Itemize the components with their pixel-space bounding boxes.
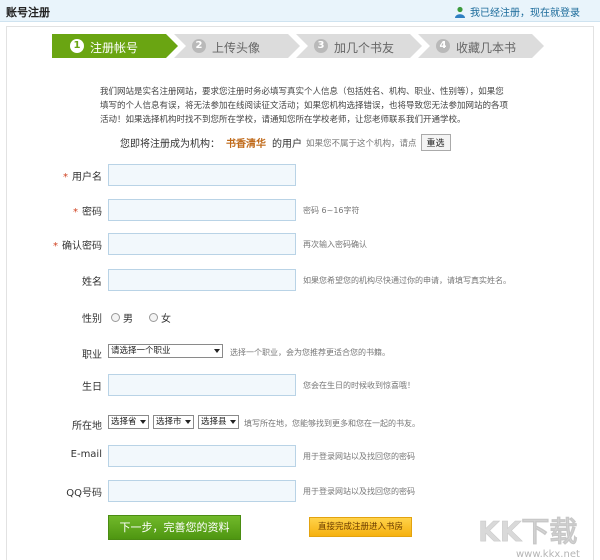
kkx-watermark-logo: KK下载 www.kkx.net — [478, 515, 580, 560]
step-label: 上传头像 — [212, 41, 261, 55]
qq-row: QQ号码 用于登录网站以及找回您的密码 — [0, 480, 600, 502]
email-tip: 用于登录网站以及找回您的密码 — [303, 452, 415, 461]
org-name: 书香清华 — [226, 139, 266, 150]
dropdown-arrow-icon — [214, 349, 220, 353]
confirm-password-input[interactable] — [108, 233, 296, 255]
watermark-logo-text: KK下载 — [478, 515, 577, 548]
step-upload-avatar: 2 上传头像 — [174, 34, 300, 58]
city-select-value: 选择市 — [156, 417, 182, 427]
gender-female-label: 女 — [161, 314, 171, 325]
radio-button[interactable] — [111, 313, 120, 322]
radio-button[interactable] — [149, 313, 158, 322]
gender-row: 性别 男 女 — [0, 306, 600, 328]
login-link-label[interactable]: 我已经注册，现在就登录 — [470, 4, 580, 19]
name-input[interactable] — [108, 269, 296, 291]
username-input[interactable] — [108, 164, 296, 186]
watermark-url: www.kkx.net — [516, 549, 580, 560]
dropdown-arrow-icon — [230, 420, 236, 424]
location-tip: 填写所在地，您能够找到更多和您在一起的书友。 — [244, 419, 420, 428]
birthday-label: 生日 — [82, 382, 102, 393]
location-label: 所在地 — [72, 421, 102, 432]
qq-label: QQ号码 — [66, 488, 102, 499]
required-mark: * — [53, 241, 58, 252]
user-icon — [455, 6, 465, 18]
city-select[interactable]: 选择市 — [153, 415, 194, 429]
confirm-password-row: * 确认密码 再次输入密码确认 — [0, 233, 600, 255]
email-label: E-mail — [70, 449, 102, 460]
step-collect-books: 4 收藏几本书 — [418, 34, 544, 58]
password-row: * 密码 密码 6~16字符 — [0, 199, 600, 221]
confirm-password-label: * 确认密码 — [53, 241, 102, 252]
qq-input[interactable] — [108, 480, 296, 502]
job-row: 职业 请选择一个职业 选择一个职业，会为您推荐更适合您的书籍。 — [0, 342, 600, 364]
email-row: E-mail 用于登录网站以及找回您的密码 — [0, 445, 600, 467]
org-suffix: 的用户 — [272, 139, 302, 150]
org-hint: 如果您不属于这个机构，请点 — [306, 138, 417, 149]
county-select-value: 选择县 — [201, 417, 227, 427]
qq-tip: 用于登录网站以及找回您的密码 — [303, 487, 415, 496]
username-row: * 用户名 — [0, 164, 600, 186]
gender-male-label: 男 — [123, 314, 133, 325]
job-select[interactable]: 请选择一个职业 — [108, 344, 223, 358]
name-row: 姓名 如果您希望您的机构尽快通过你的申请，请填写真实姓名。 — [0, 269, 600, 291]
confirm-password-tip: 再次输入密码确认 — [303, 240, 367, 249]
step-add-friends: 3 加几个书友 — [296, 34, 422, 58]
step-register-account: 1 注册帐号 — [52, 34, 178, 58]
job-tip: 选择一个职业，会为您推荐更适合您的书籍。 — [230, 348, 390, 357]
email-input[interactable] — [108, 445, 296, 467]
county-select[interactable]: 选择县 — [198, 415, 239, 429]
top-bar: 账号注册 我已经注册，现在就登录 — [0, 0, 600, 22]
step-progress: 1 注册帐号 2 上传头像 3 加几个书友 4 收藏几本书 — [52, 34, 547, 58]
birthday-row: 生日 您会在生日的时候收到惊喜哦！ — [0, 374, 600, 396]
org-prefix: 您即将注册成为机构： — [120, 139, 220, 150]
province-select-value: 选择省 — [111, 417, 137, 427]
job-label: 职业 — [82, 350, 102, 361]
gender-male-option[interactable]: 男 — [111, 310, 133, 325]
username-label: * 用户名 — [63, 172, 102, 183]
required-mark: * — [63, 172, 68, 183]
skip-to-study-button[interactable]: 直接完成注册进入书房 — [309, 517, 412, 537]
reselect-button[interactable]: 重选 — [420, 134, 451, 151]
province-select[interactable]: 选择省 — [108, 415, 149, 429]
job-select-value: 请选择一个职业 — [111, 346, 171, 356]
step-label: 注册帐号 — [90, 41, 139, 55]
step-number: 2 — [192, 39, 206, 53]
birthday-tip: 您会在生日的时候收到惊喜哦！ — [303, 381, 415, 390]
name-label: 姓名 — [82, 277, 102, 288]
step-number: 3 — [314, 39, 328, 53]
password-label: * 密码 — [73, 207, 102, 218]
name-tip: 如果您希望您的机构尽快通过你的申请，请填写真实姓名。 — [303, 276, 511, 285]
login-link[interactable]: 我已经注册，现在就登录 — [454, 4, 580, 19]
registration-notice: 我们网站是实名注册网站，要求您注册时务必填写真实个人信息（包括姓名、机构、职业、… — [100, 87, 509, 125]
page-title: 账号注册 — [6, 6, 50, 19]
step-label: 加几个书友 — [334, 41, 395, 55]
password-tip: 密码 6~16字符 — [303, 206, 360, 215]
gender-female-option[interactable]: 女 — [149, 310, 171, 325]
required-mark: * — [73, 207, 78, 218]
birthday-input[interactable] — [108, 374, 296, 396]
gender-label: 性别 — [82, 314, 102, 325]
password-input[interactable] — [108, 199, 296, 221]
location-row: 所在地 选择省 选择市 选择县 填写所在地，您能够找到更多和您在一起的书友。 — [0, 413, 600, 435]
dropdown-arrow-icon — [140, 420, 146, 424]
next-step-button[interactable]: 下一步，完善您的资料 — [108, 515, 241, 540]
organization-line: 您即将注册成为机构： 书香清华 的用户 如果您不属于这个机构，请点 重选 — [120, 134, 451, 151]
step-number: 4 — [436, 39, 450, 53]
dropdown-arrow-icon — [185, 420, 191, 424]
step-label: 收藏几本书 — [456, 41, 517, 55]
step-number: 1 — [70, 39, 84, 53]
